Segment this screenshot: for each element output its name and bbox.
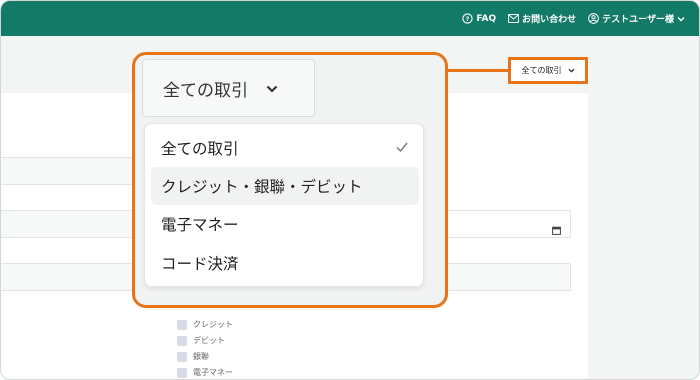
contact-link[interactable]: お問い合わせ xyxy=(508,12,576,25)
transaction-filter-dropdown-zoomed[interactable]: 全ての取引 xyxy=(142,59,315,117)
checkbox-label: 銀聯 xyxy=(193,352,209,361)
date-input[interactable] xyxy=(447,210,571,238)
checkbox-label: 電子マネー xyxy=(193,368,233,377)
menu-item-code-payment[interactable]: コード決済 xyxy=(151,244,419,282)
calendar-icon xyxy=(552,220,561,239)
checkbox-label: クレジット xyxy=(193,320,233,329)
chevron-down-icon xyxy=(677,16,685,22)
faq-label: FAQ xyxy=(476,13,497,24)
user-icon xyxy=(588,13,600,24)
checkbox-box[interactable] xyxy=(177,367,187,378)
top-header: ? FAQ お問い合わせ テストユーザー様 xyxy=(1,1,699,36)
checkbox-emoney[interactable]: 電子マネー xyxy=(177,367,233,378)
faq-link[interactable]: ? FAQ xyxy=(462,13,496,24)
chevron-down-icon xyxy=(266,78,278,98)
menu-item-label: クレジット・銀聯・デビット xyxy=(161,178,363,196)
transaction-filter-dropdown[interactable]: 全ての取引 xyxy=(508,57,588,84)
checkbox-debit[interactable]: デビット xyxy=(177,335,225,346)
menu-item-credit-unionpay-debit[interactable]: クレジット・銀聯・デビット xyxy=(151,167,419,205)
menu-item-emoney[interactable]: 電子マネー xyxy=(151,205,419,243)
menu-item-label: 全ての取引 xyxy=(161,140,239,158)
check-icon xyxy=(395,140,409,158)
callout-connector xyxy=(447,69,509,72)
checkbox-unionpay[interactable]: 銀聯 xyxy=(177,351,209,362)
chevron-down-icon xyxy=(568,66,575,75)
svg-text:?: ? xyxy=(466,15,470,23)
menu-item-label: 電子マネー xyxy=(161,216,239,234)
help-icon: ? xyxy=(462,13,474,24)
checkbox-box[interactable] xyxy=(177,351,187,362)
menu-item-all-transactions[interactable]: 全ての取引 xyxy=(151,129,419,167)
checkbox-box[interactable] xyxy=(177,335,187,346)
checkbox-credit[interactable]: クレジット xyxy=(177,319,233,330)
menu-item-label: コード決済 xyxy=(161,255,239,273)
user-label: テストユーザー様 xyxy=(602,15,674,25)
checkbox-label: デビット xyxy=(193,336,225,345)
dropdown-value: 全ての取引 xyxy=(521,66,562,75)
app-window: ? FAQ お問い合わせ テストユーザー様 クレジット デビット 銀聯 電子マネ… xyxy=(0,0,700,380)
mail-icon xyxy=(508,14,520,23)
dropdown-menu: 全ての取引 クレジット・銀聯・デビット 電子マネー コード決済 xyxy=(144,123,424,287)
checkbox-box[interactable] xyxy=(177,319,187,330)
dropdown-value: 全ての取引 xyxy=(163,80,248,101)
user-menu[interactable]: テストユーザー様 xyxy=(588,12,685,25)
contact-label: お問い合わせ xyxy=(522,15,577,25)
form-field[interactable] xyxy=(447,263,571,291)
